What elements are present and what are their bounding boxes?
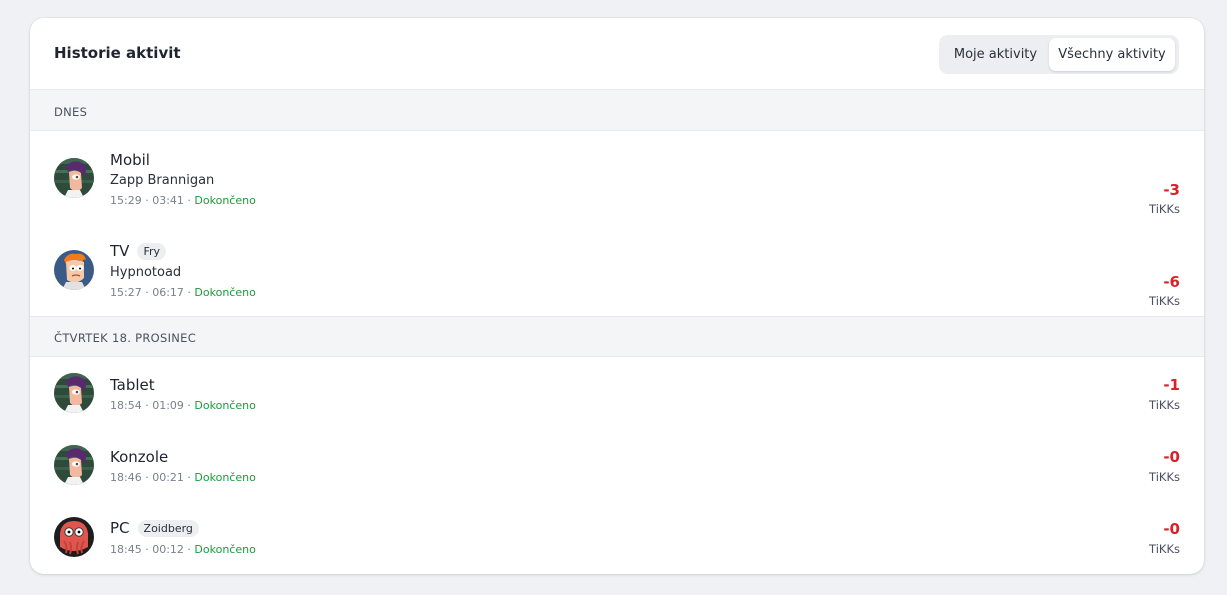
tikks-unit: TiKKs [1149,294,1180,308]
device-name: Konzole [110,448,168,466]
duration: 01:09 [152,399,184,412]
group-header-date: ČTVRTEK 18. PROSINEC [30,316,1204,357]
device-name: TV Fry [110,242,166,260]
device-label: Mobil [110,151,150,169]
start-time: 15:27 [110,286,142,299]
list-item[interactable]: Mobil Zapp Brannigan 15:29 · 03:41 · Dok… [30,131,1204,223]
group-header-today: DNES [30,90,1204,131]
list-item[interactable]: PC Zoidberg 18:45 · 00:12 · Dokončeno -0… [30,501,1204,574]
group-label: ČTVRTEK 18. PROSINEC [54,331,197,345]
status-badge: Dokončeno [194,543,256,556]
group-label: DNES [54,105,88,119]
tab-my-activities[interactable]: Moje aktivity [942,38,1049,71]
content-title: Hypnotoad [110,265,182,280]
avatar-image [54,445,94,485]
tikks-amount: -0 [1163,520,1180,538]
start-time: 18:54 [110,399,142,412]
tab-all-activities[interactable]: Všechny aktivity [1049,38,1175,71]
leela-avatar [54,158,94,198]
device-name: Mobil [110,151,150,169]
activity-filter-toggle: Moje aktivity Všechny aktivity [939,35,1179,74]
device-label: Tablet [110,376,155,394]
tikks-unit: TiKKs [1149,398,1180,412]
avatar-image [54,250,94,290]
status-badge: Dokončeno [194,399,256,412]
avatar-image [54,158,94,198]
tikks-amount: -1 [1163,376,1180,394]
zoidberg-avatar [54,517,94,557]
tikks-amount: -0 [1163,448,1180,466]
device-name: PC Zoidberg [110,519,199,537]
leela-avatar [54,373,94,413]
activity-meta: 18:54 · 01:09 · Dokončeno [110,399,256,412]
duration: 06:17 [152,286,184,299]
tikks-amount: -6 [1163,273,1180,291]
list-item[interactable]: Konzole 18:46 · 00:21 · Dokončeno -0 TiK… [30,429,1204,501]
start-time: 15:29 [110,194,142,207]
start-time: 18:45 [110,543,142,556]
duration: 00:21 [152,471,184,484]
activity-history-card: Historie aktivit Moje aktivity Všechny a… [30,18,1204,574]
user-chip: Fry [137,242,166,260]
activity-meta: 18:46 · 00:21 · Dokončeno [110,471,256,484]
activity-meta: 18:45 · 00:12 · Dokončeno [110,543,256,556]
device-label: TV [110,242,130,260]
avatar-image [54,373,94,413]
user-chip: Zoidberg [137,519,199,537]
tikks-amount: -3 [1163,181,1180,199]
page-title: Historie aktivit [54,44,181,62]
list-item[interactable]: TV Fry Hypnotoad 15:27 · 06:17 · Dokonče… [30,223,1204,316]
duration: 00:12 [152,543,184,556]
content-title: Zapp Brannigan [110,173,215,188]
status-badge: Dokončeno [194,471,256,484]
fry-avatar [54,250,94,290]
tikks-unit: TiKKs [1149,470,1180,484]
device-label: Konzole [110,448,169,466]
status-badge: Dokončeno [194,194,256,207]
list-item[interactable]: Tablet 18:54 · 01:09 · Dokončeno -1 TiKK… [30,357,1204,429]
device-label: PC [110,519,130,537]
duration: 03:41 [152,194,184,207]
tikks-unit: TiKKs [1149,202,1180,216]
start-time: 18:46 [110,471,142,484]
status-badge: Dokončeno [194,286,256,299]
avatar-image [54,517,94,557]
leela-avatar [54,445,94,485]
tikks-unit: TiKKs [1149,542,1180,556]
activity-meta: 15:29 · 03:41 · Dokončeno [110,194,256,207]
activity-meta: 15:27 · 06:17 · Dokončeno [110,286,256,299]
device-name: Tablet [110,376,155,394]
card-header: Historie aktivit Moje aktivity Všechny a… [30,18,1204,90]
